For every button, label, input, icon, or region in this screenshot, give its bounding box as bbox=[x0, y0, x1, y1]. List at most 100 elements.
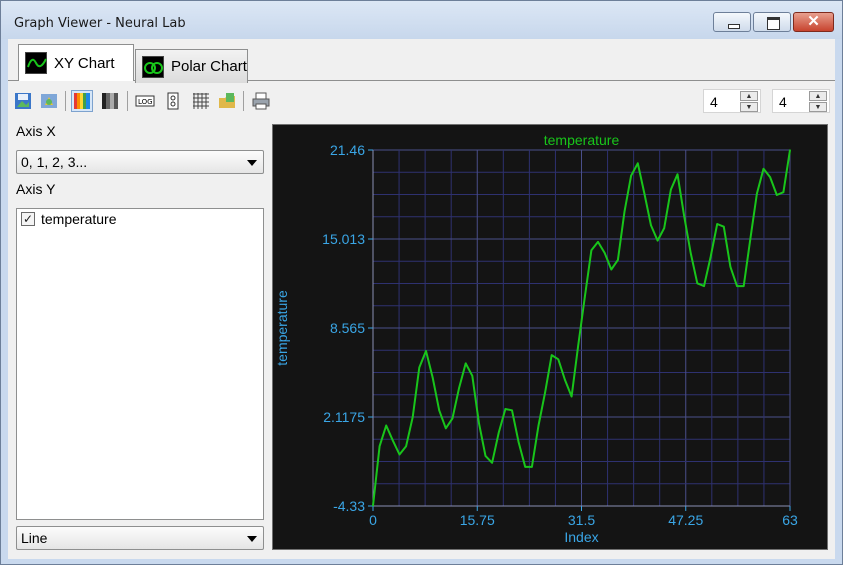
title-bar[interactable]: Graph Viewer - Neural Lab ✕ bbox=[1, 1, 842, 39]
data-point bbox=[643, 192, 646, 195]
data-point bbox=[418, 366, 421, 369]
data-point bbox=[636, 162, 639, 165]
tab-polar-chart-label: Polar Chart bbox=[171, 58, 247, 75]
data-point bbox=[670, 188, 672, 191]
chart-title: temperature bbox=[544, 132, 620, 148]
data-point bbox=[504, 408, 507, 410]
y-tick-label: -4.33 bbox=[333, 498, 365, 514]
data-point bbox=[683, 214, 685, 217]
y-tick-label: 21.46 bbox=[330, 142, 365, 158]
data-point bbox=[451, 417, 454, 420]
list-item[interactable]: ✓ temperature bbox=[21, 211, 116, 227]
tab-strip: XY Chart Polar Chart bbox=[8, 39, 835, 83]
tab-xy-chart-label: XY Chart bbox=[54, 54, 115, 72]
rows-spinner-down-button[interactable]: ▼ bbox=[740, 102, 758, 112]
y-tick-label: 15.013 bbox=[322, 231, 365, 247]
data-point bbox=[398, 453, 401, 456]
data-point bbox=[729, 265, 732, 268]
data-point bbox=[544, 391, 546, 394]
chart-style-dropdown-value: Line bbox=[21, 530, 48, 546]
refresh-image-icon[interactable] bbox=[38, 90, 60, 112]
columns-spinner-down-button[interactable]: ▼ bbox=[809, 102, 827, 112]
data-point bbox=[385, 424, 388, 427]
x-tick-label: 15.75 bbox=[460, 512, 495, 528]
columns-spinner-value: 4 bbox=[779, 94, 787, 110]
y-tick-label: 2.1175 bbox=[323, 409, 365, 425]
xy-chart-panel[interactable]: -4.33 2.1175 8.565 15.013 21.46 0 15.75 31.5 47.… bbox=[272, 124, 828, 550]
chevron-down-icon bbox=[247, 160, 257, 166]
data-point bbox=[445, 427, 447, 430]
y-tick-label: 8.565 bbox=[330, 320, 365, 336]
data-point bbox=[590, 249, 593, 252]
rows-spinner-value: 4 bbox=[710, 94, 718, 110]
data-point bbox=[471, 375, 474, 377]
rows-spinner[interactable]: 4 ▲ ▼ bbox=[703, 89, 761, 113]
log-scale-icon[interactable]: LOG bbox=[134, 90, 156, 112]
axis-x-dropdown-value: 0, 1, 2, 3... bbox=[21, 154, 88, 170]
axis-y-series-list[interactable]: ✓ temperature bbox=[16, 208, 264, 520]
data-point bbox=[663, 227, 666, 229]
data-point bbox=[597, 241, 599, 243]
print-icon[interactable] bbox=[250, 90, 272, 112]
chart-style-dropdown[interactable]: Line bbox=[16, 526, 264, 550]
data-point bbox=[577, 344, 579, 347]
series-label: temperature bbox=[41, 211, 117, 227]
data-point bbox=[709, 256, 712, 258]
data-point bbox=[550, 354, 553, 356]
columns-spinner-up-button[interactable]: ▲ bbox=[809, 91, 827, 101]
tab-polar-chart[interactable]: Polar Chart bbox=[135, 49, 248, 83]
data-point bbox=[464, 362, 467, 365]
data-point bbox=[769, 176, 771, 178]
app-window: Graph Viewer - Neural Lab ✕ XY Chart Pol… bbox=[0, 0, 843, 565]
grid-icon[interactable] bbox=[190, 90, 212, 112]
color-palette-icon[interactable] bbox=[71, 90, 93, 112]
data-point bbox=[378, 445, 381, 448]
data-point bbox=[537, 424, 540, 427]
xy-chart: -4.33 2.1175 8.565 15.013 21.46 0 15.75 31.5 47.… bbox=[274, 132, 798, 545]
axis-x-dropdown[interactable]: 0, 1, 2, 3... bbox=[16, 150, 264, 174]
minimize-button[interactable] bbox=[713, 12, 751, 32]
series-checkbox[interactable]: ✓ bbox=[21, 212, 35, 226]
chevron-down-icon bbox=[247, 536, 257, 542]
x-axis-label: Index bbox=[564, 529, 598, 545]
data-point bbox=[411, 416, 414, 419]
grayscale-palette-icon[interactable] bbox=[99, 90, 121, 112]
data-point bbox=[749, 238, 752, 240]
export-folder-icon[interactable] bbox=[216, 90, 238, 112]
data-point bbox=[497, 431, 500, 434]
maximize-button[interactable] bbox=[753, 12, 791, 32]
data-point bbox=[789, 149, 791, 151]
data-point bbox=[617, 259, 619, 261]
data-point bbox=[517, 441, 520, 443]
x-tick-label: 0 bbox=[369, 512, 377, 528]
data-point bbox=[716, 223, 718, 225]
save-image-icon[interactable] bbox=[12, 90, 34, 112]
data-point bbox=[478, 421, 480, 424]
data-point bbox=[524, 466, 527, 468]
dots-pattern-icon[interactable] bbox=[162, 90, 184, 112]
tab-xy-chart[interactable]: XY Chart bbox=[18, 44, 134, 81]
data-point bbox=[689, 252, 692, 254]
data-point bbox=[511, 409, 513, 412]
columns-spinner[interactable]: 4 ▲ ▼ bbox=[772, 89, 830, 113]
data-point bbox=[676, 173, 679, 176]
data-point bbox=[438, 409, 440, 412]
toolbar-separator bbox=[243, 91, 244, 111]
data-point bbox=[564, 379, 566, 381]
close-button[interactable]: ✕ bbox=[793, 12, 834, 32]
xy-chart-icon bbox=[25, 52, 47, 74]
data-point bbox=[656, 239, 659, 242]
rows-spinner-up-button[interactable]: ▲ bbox=[740, 91, 758, 101]
x-tick-label: 63 bbox=[782, 512, 798, 528]
data-point bbox=[405, 445, 407, 448]
data-point bbox=[696, 282, 699, 285]
x-tick-label: 31.5 bbox=[568, 512, 595, 528]
data-point bbox=[603, 252, 606, 254]
polar-chart-icon bbox=[142, 55, 164, 78]
data-point bbox=[703, 285, 705, 287]
axis-x-label: Axis X bbox=[16, 123, 56, 139]
data-point bbox=[425, 350, 427, 352]
window-title: Graph Viewer - Neural Lab bbox=[14, 16, 186, 31]
y-axis-label: temperature bbox=[274, 290, 290, 366]
x-tick-label: 47.25 bbox=[668, 512, 703, 528]
